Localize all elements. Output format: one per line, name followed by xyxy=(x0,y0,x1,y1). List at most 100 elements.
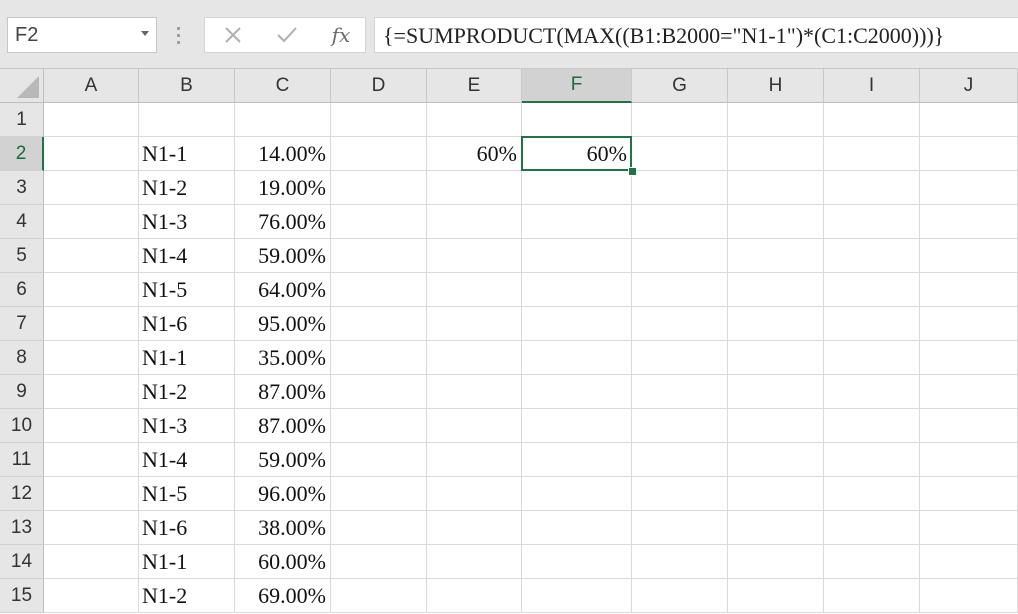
cell-b1[interactable] xyxy=(139,103,235,137)
cell-e4[interactable] xyxy=(427,205,522,239)
cell-f12[interactable] xyxy=(522,477,632,511)
column-header-f[interactable]: F xyxy=(522,69,632,103)
cell-h8[interactable] xyxy=(728,341,824,375)
cell-i15[interactable] xyxy=(824,579,920,613)
cell-h12[interactable] xyxy=(728,477,824,511)
cell-c12[interactable]: 96.00% xyxy=(235,477,331,511)
cell-e3[interactable] xyxy=(427,171,522,205)
column-header-g[interactable]: G xyxy=(632,69,728,103)
cell-c1[interactable] xyxy=(235,103,331,137)
cell-i14[interactable] xyxy=(824,545,920,579)
cell-b7[interactable]: N1-6 xyxy=(139,307,235,341)
cell-g12[interactable] xyxy=(632,477,728,511)
column-header-j[interactable]: J xyxy=(920,69,1018,103)
cell-c10[interactable]: 87.00% xyxy=(235,409,331,443)
cell-f8[interactable] xyxy=(522,341,632,375)
cell-h1[interactable] xyxy=(728,103,824,137)
cell-a10[interactable] xyxy=(44,409,139,443)
cell-j10[interactable] xyxy=(920,409,1018,443)
cell-j1[interactable] xyxy=(920,103,1018,137)
cell-d9[interactable] xyxy=(331,375,427,409)
cell-f6[interactable] xyxy=(522,273,632,307)
cell-b3[interactable]: N1-2 xyxy=(139,171,235,205)
cell-e9[interactable] xyxy=(427,375,522,409)
cell-b9[interactable]: N1-2 xyxy=(139,375,235,409)
row-header-15[interactable]: 15 xyxy=(0,579,44,613)
column-header-e[interactable]: E xyxy=(427,69,522,103)
cell-d13[interactable] xyxy=(331,511,427,545)
chevron-down-icon[interactable] xyxy=(141,31,149,36)
cell-c11[interactable]: 59.00% xyxy=(235,443,331,477)
cell-j13[interactable] xyxy=(920,511,1018,545)
row-header-5[interactable]: 5 xyxy=(0,239,44,273)
cell-j15[interactable] xyxy=(920,579,1018,613)
cell-b2[interactable]: N1-1 xyxy=(139,137,235,171)
cell-c8[interactable]: 35.00% xyxy=(235,341,331,375)
cell-i3[interactable] xyxy=(824,171,920,205)
column-header-c[interactable]: C xyxy=(235,69,331,103)
cell-e1[interactable] xyxy=(427,103,522,137)
cell-h15[interactable] xyxy=(728,579,824,613)
row-header-3[interactable]: 3 xyxy=(0,171,44,205)
cell-d7[interactable] xyxy=(331,307,427,341)
cell-h14[interactable] xyxy=(728,545,824,579)
cell-d10[interactable] xyxy=(331,409,427,443)
cell-j6[interactable] xyxy=(920,273,1018,307)
row-header-4[interactable]: 4 xyxy=(0,205,44,239)
cell-a7[interactable] xyxy=(44,307,139,341)
row-header-10[interactable]: 10 xyxy=(0,409,44,443)
cell-b8[interactable]: N1-1 xyxy=(139,341,235,375)
cell-c4[interactable]: 76.00% xyxy=(235,205,331,239)
cell-e8[interactable] xyxy=(427,341,522,375)
cell-f5[interactable] xyxy=(522,239,632,273)
column-header-d[interactable]: D xyxy=(331,69,427,103)
cancel-button[interactable] xyxy=(213,18,253,52)
enter-button[interactable] xyxy=(267,18,307,52)
cell-g3[interactable] xyxy=(632,171,728,205)
cell-c14[interactable]: 60.00% xyxy=(235,545,331,579)
row-header-8[interactable]: 8 xyxy=(0,341,44,375)
column-header-i[interactable]: I xyxy=(824,69,920,103)
cell-j2[interactable] xyxy=(920,137,1018,171)
cell-j12[interactable] xyxy=(920,477,1018,511)
cell-c7[interactable]: 95.00% xyxy=(235,307,331,341)
fill-handle[interactable] xyxy=(628,167,637,176)
cell-f13[interactable] xyxy=(522,511,632,545)
cell-f10[interactable] xyxy=(522,409,632,443)
row-header-2[interactable]: 2 xyxy=(0,137,44,171)
cell-h13[interactable] xyxy=(728,511,824,545)
cell-d5[interactable] xyxy=(331,239,427,273)
cell-j8[interactable] xyxy=(920,341,1018,375)
cell-i10[interactable] xyxy=(824,409,920,443)
row-header-7[interactable]: 7 xyxy=(0,307,44,341)
cell-h2[interactable] xyxy=(728,137,824,171)
cell-j7[interactable] xyxy=(920,307,1018,341)
cell-i7[interactable] xyxy=(824,307,920,341)
row-header-11[interactable]: 11 xyxy=(0,443,44,477)
row-header-1[interactable]: 1 xyxy=(0,103,44,137)
cell-h5[interactable] xyxy=(728,239,824,273)
cell-g5[interactable] xyxy=(632,239,728,273)
cell-b13[interactable]: N1-6 xyxy=(139,511,235,545)
cell-b10[interactable]: N1-3 xyxy=(139,409,235,443)
cell-c13[interactable]: 38.00% xyxy=(235,511,331,545)
formula-input[interactable]: {=SUMPRODUCT(MAX((B1:B2000="N1-1")*(C1:C… xyxy=(374,17,1018,53)
cell-b14[interactable]: N1-1 xyxy=(139,545,235,579)
cell-i5[interactable] xyxy=(824,239,920,273)
cell-e2[interactable]: 60% xyxy=(427,137,522,171)
cell-f15[interactable] xyxy=(522,579,632,613)
cell-b6[interactable]: N1-5 xyxy=(139,273,235,307)
cell-g6[interactable] xyxy=(632,273,728,307)
cell-g2[interactable] xyxy=(632,137,728,171)
cell-g1[interactable] xyxy=(632,103,728,137)
cell-f14[interactable] xyxy=(522,545,632,579)
cell-a15[interactable] xyxy=(44,579,139,613)
cell-i11[interactable] xyxy=(824,443,920,477)
cell-i2[interactable] xyxy=(824,137,920,171)
cell-a11[interactable] xyxy=(44,443,139,477)
cell-j9[interactable] xyxy=(920,375,1018,409)
cell-e13[interactable] xyxy=(427,511,522,545)
cell-d3[interactable] xyxy=(331,171,427,205)
cell-h3[interactable] xyxy=(728,171,824,205)
cell-j11[interactable] xyxy=(920,443,1018,477)
